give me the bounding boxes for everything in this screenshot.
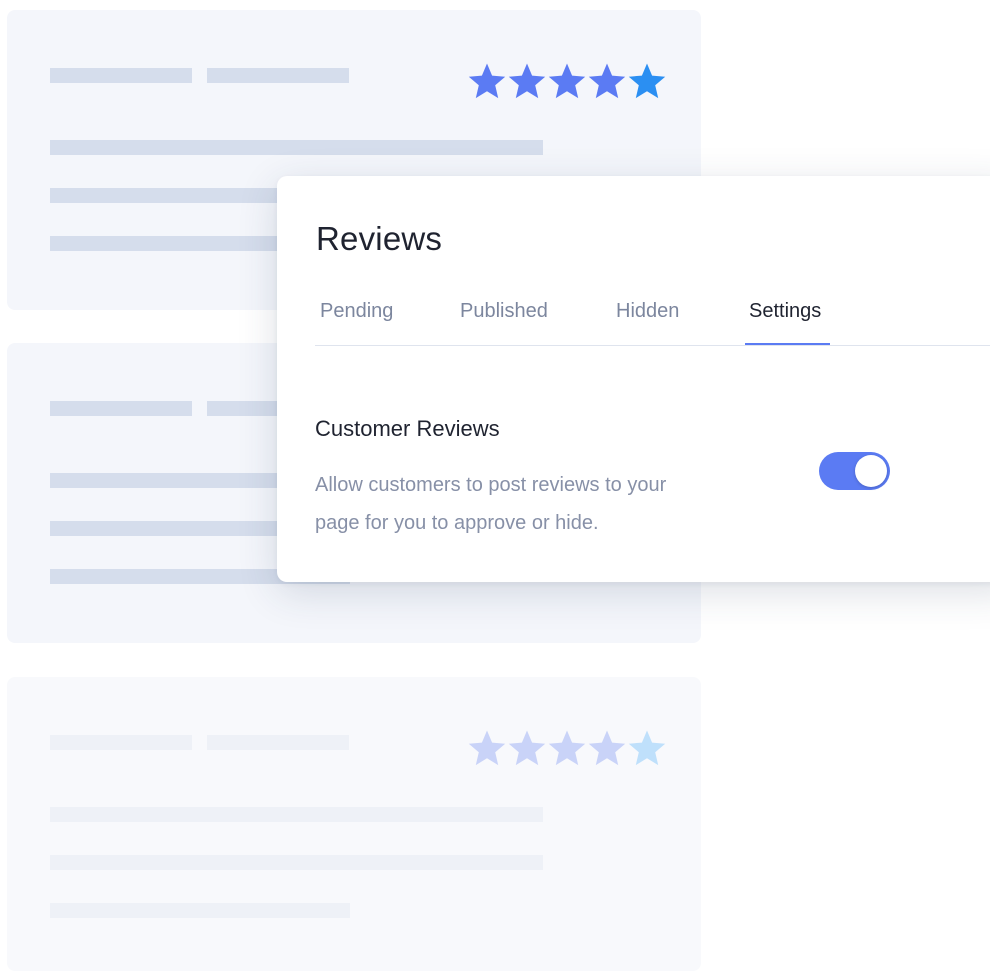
setting-description: Allow customers to post reviews to your … — [315, 466, 715, 542]
skeleton-line — [50, 140, 543, 155]
tab-bar: Pending Published Hidden Settings — [315, 288, 990, 346]
skeleton-line — [50, 807, 543, 822]
star-icon — [587, 61, 627, 101]
star-rating — [467, 61, 667, 101]
skeleton-line — [50, 735, 192, 750]
skeleton-line — [50, 401, 192, 416]
star-rating — [467, 728, 667, 768]
star-icon — [587, 728, 627, 768]
star-icon — [627, 728, 667, 768]
panel-title: Reviews — [316, 220, 443, 257]
star-icon — [507, 61, 547, 101]
reviews-illustration: Reviews Pending Published Hidden Setting… — [0, 0, 990, 971]
setting-title: Customer Reviews — [315, 416, 500, 441]
skeleton-line — [207, 735, 349, 750]
star-icon — [627, 61, 667, 101]
skeleton-line — [207, 68, 349, 83]
setting-description-line: page for you to approve or hide. — [315, 512, 599, 534]
skeleton-line — [50, 68, 192, 83]
star-icon — [547, 728, 587, 768]
skeleton-line — [50, 855, 543, 870]
tab-settings[interactable]: Settings — [749, 300, 821, 323]
reviews-settings-panel: Reviews Pending Published Hidden Setting… — [277, 176, 990, 582]
customer-reviews-toggle[interactable] — [819, 452, 890, 490]
toggle-knob — [855, 455, 887, 487]
setting-description-line: Allow customers to post reviews to your — [315, 474, 667, 496]
skeleton-line — [50, 903, 350, 918]
tab-pending[interactable]: Pending — [320, 300, 393, 323]
review-card-skeleton — [7, 677, 701, 971]
tab-published[interactable]: Published — [460, 300, 548, 323]
star-icon — [467, 61, 507, 101]
star-icon — [507, 728, 547, 768]
star-icon — [547, 61, 587, 101]
star-icon — [467, 728, 507, 768]
active-tab-indicator — [745, 343, 830, 345]
tab-hidden[interactable]: Hidden — [616, 300, 679, 323]
